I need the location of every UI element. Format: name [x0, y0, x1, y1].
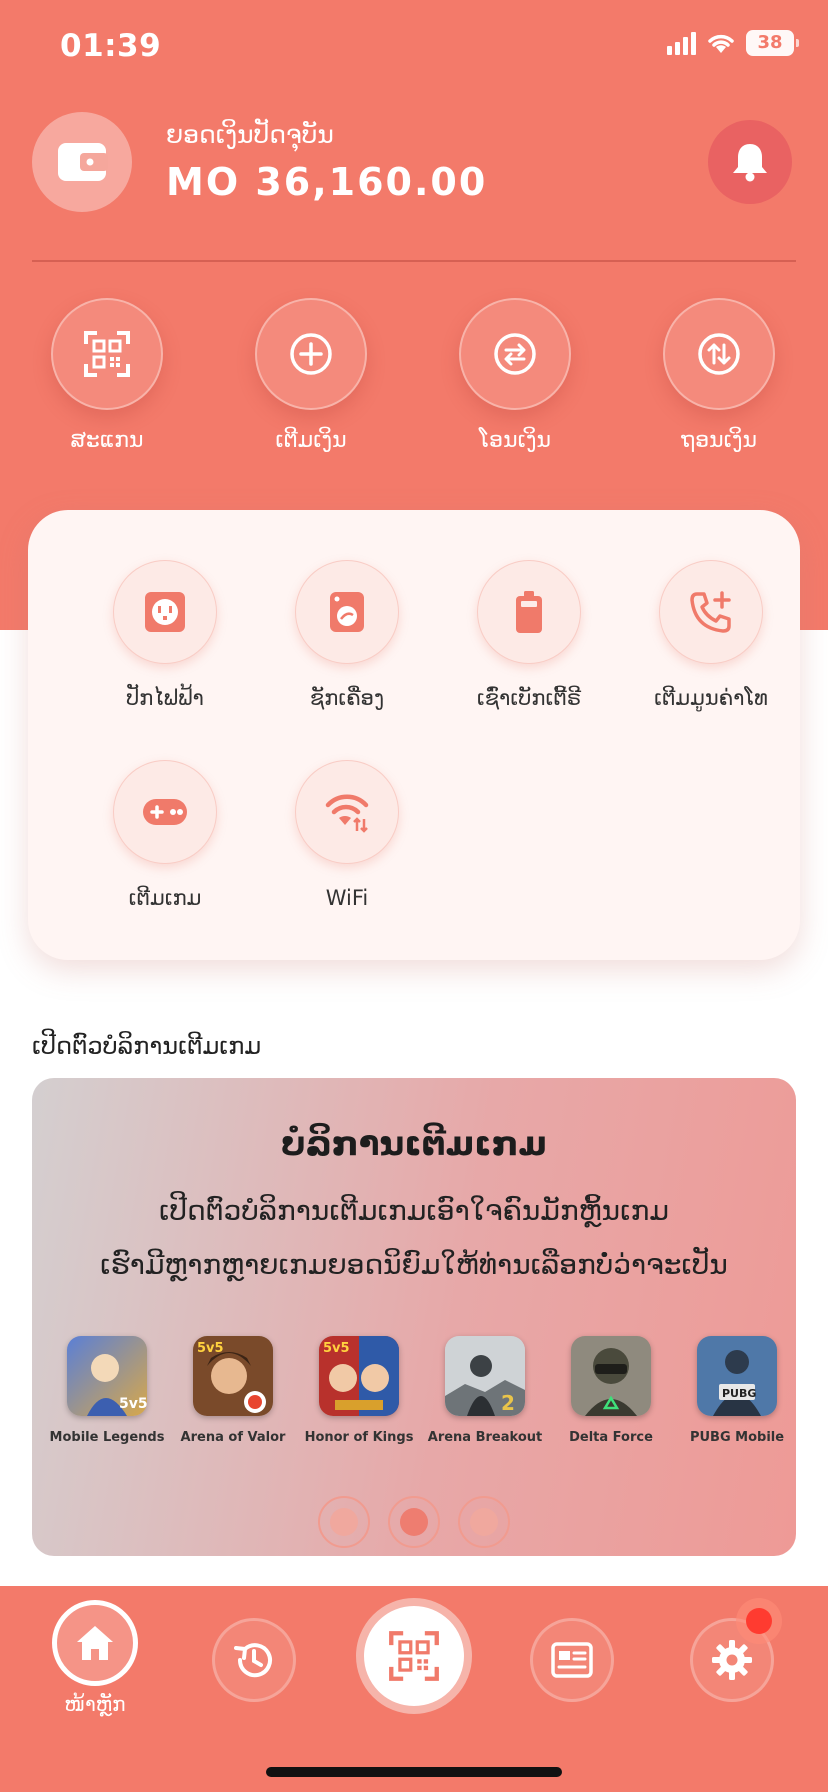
game-item[interactable]: 2 Arena Breakout: [422, 1336, 548, 1445]
svg-text:5v5: 5v5: [119, 1396, 147, 1412]
mobile-legends-logo: 5v5: [67, 1336, 147, 1416]
banner-text-line-2: ເຮົາມີຫຼາກຫຼາຍເກມຍອດນິຍົມໃຫ້ທ່ານເລືອກບໍ່…: [100, 1248, 728, 1281]
notification-button[interactable]: [708, 120, 792, 204]
carousel-indicator: [32, 1496, 796, 1548]
promo-banner[interactable]: ບໍລິການເຕີມເກມ ເປີດຕົວບໍລິການເຕີມເກມເອົາ…: [32, 1078, 796, 1556]
service-wifi[interactable]: WiFi: [256, 760, 438, 910]
battery-icon: [516, 591, 542, 633]
cellular-signal-icon: [667, 31, 696, 55]
carousel-dot-3[interactable]: [458, 1496, 510, 1548]
game-name: Arena of Valor: [180, 1430, 286, 1445]
game-name: Delta Force: [569, 1430, 653, 1445]
gamepad-icon: [143, 799, 187, 825]
game-list: 5v5 Mobile Legends 5v5 Arena of Valor 5v…: [44, 1336, 796, 1445]
service-power-charging[interactable]: ປັກໄຟຟ້າ: [74, 560, 256, 710]
quick-action-label: ໂອນເງິນ: [479, 428, 551, 453]
svg-text:2: 2: [501, 1391, 515, 1415]
transfer-icon: [494, 333, 536, 375]
svg-text:5v5: 5v5: [323, 1341, 350, 1356]
wifi-icon: [325, 794, 369, 833]
home-icon: [77, 1626, 113, 1660]
nav-news-button[interactable]: [530, 1618, 614, 1702]
arena-of-valor-logo: 5v5: [193, 1336, 273, 1416]
home-indicator: [266, 1767, 562, 1777]
quick-action-topup[interactable]: ເຕີມເງິນ: [226, 298, 396, 453]
quick-action-label: ເຕີມເງິນ: [275, 428, 347, 453]
bell-icon: [733, 144, 767, 182]
honor-of-kings-logo: 5v5: [319, 1336, 399, 1416]
service-label: ຊັກເຄື່ອງ: [309, 686, 385, 710]
quick-action-transfer[interactable]: ໂອນເງິນ: [430, 298, 600, 453]
power-outlet-icon: [145, 592, 185, 632]
quick-action-label: ຖອນເງິນ: [681, 428, 757, 453]
withdraw-icon: [698, 333, 740, 375]
quick-action-label: ສະແກນ: [70, 428, 144, 453]
section-title: ເປີດຕົວບໍລິການເຕີມເກມ: [32, 1032, 262, 1060]
gear-icon: [712, 1640, 752, 1680]
nav-home-label: ໜ້າຫຼັກ: [64, 1692, 126, 1716]
svg-text:PUBG: PUBG: [722, 1387, 756, 1400]
service-label: ເຕີມເກມ: [128, 886, 202, 910]
game-item[interactable]: 5v5 Mobile Legends: [44, 1336, 170, 1445]
status-indicators: 38: [667, 30, 799, 56]
service-game-topup[interactable]: ເຕີມເກມ: [74, 760, 256, 910]
carousel-dot-2[interactable]: [388, 1496, 440, 1548]
nav-scan-button[interactable]: [356, 1598, 472, 1714]
plus-circle-icon: [290, 333, 332, 375]
service-mobile-topup[interactable]: ເຕີມມູນຄ່າໂທ: [620, 560, 802, 710]
services-card: ປັກໄຟຟ້າ ຊັກເຄື່ອງ ເຊົ່າເບັກເຕີ້ຣີ ເຕີມມ…: [28, 510, 800, 960]
pubg-mobile-logo: PUBG: [697, 1336, 777, 1416]
wifi-status-icon: [708, 34, 734, 53]
game-item[interactable]: Delta Force: [548, 1336, 674, 1445]
battery-icon: 38: [746, 30, 799, 56]
phone-add-icon: [690, 591, 731, 633]
banner-title: ບໍລິການເຕີມເກມ: [281, 1124, 547, 1164]
service-label: WiFi: [325, 886, 369, 910]
game-name: Honor of Kings: [304, 1430, 414, 1445]
qr-scan-icon: [84, 331, 130, 377]
washing-machine-icon: [330, 592, 364, 632]
wallet-icon: [58, 143, 108, 181]
bottom-navigation: ໜ້າຫຼັກ: [0, 1586, 828, 1792]
news-icon: [551, 1642, 593, 1678]
game-name: Arena Breakout: [427, 1430, 543, 1445]
game-item[interactable]: 5v5 Arena of Valor: [170, 1336, 296, 1445]
delta-force-logo: [571, 1336, 651, 1416]
service-label: ເຊົ່າເບັກເຕີ້ຣີ: [476, 686, 582, 710]
wallet-button[interactable]: [32, 112, 132, 212]
header-divider: [32, 260, 796, 262]
carousel-dot-1[interactable]: [318, 1496, 370, 1548]
settings-notification-badge: [736, 1598, 782, 1644]
game-item[interactable]: 5v5 Honor of Kings: [296, 1336, 422, 1445]
quick-action-scan[interactable]: ສະແກນ: [22, 298, 192, 453]
game-item[interactable]: PUBG PUBG Mobile: [674, 1336, 796, 1445]
history-icon: [234, 1643, 272, 1678]
qr-scan-icon: [389, 1631, 439, 1681]
balance-label: ຍອດເງິນປັດຈຸບັນ: [166, 120, 334, 149]
arena-breakout-logo: 2: [445, 1336, 525, 1416]
banner-text-line-1: ເປີດຕົວບໍລິການເຕີມເກມເອົາໃຈຄົນມັກຫຼິ້ນເກ…: [158, 1194, 670, 1227]
game-name: PUBG Mobile: [689, 1430, 785, 1445]
svg-text:5v5: 5v5: [197, 1341, 224, 1356]
balance-amount: MO 36,160.00: [166, 160, 488, 204]
status-time: 01:39: [60, 28, 162, 64]
nav-history-button[interactable]: [212, 1618, 296, 1702]
game-name: Mobile Legends: [49, 1430, 165, 1445]
service-laundry[interactable]: ຊັກເຄື່ອງ: [256, 560, 438, 710]
quick-action-withdraw[interactable]: ຖອນເງິນ: [634, 298, 804, 453]
nav-home-button[interactable]: [52, 1600, 138, 1686]
service-label: ປັກໄຟຟ້າ: [126, 686, 204, 710]
service-label: ເຕີມມູນຄ່າໂທ: [654, 686, 768, 710]
service-battery-rental[interactable]: ເຊົ່າເບັກເຕີ້ຣີ: [438, 560, 620, 710]
